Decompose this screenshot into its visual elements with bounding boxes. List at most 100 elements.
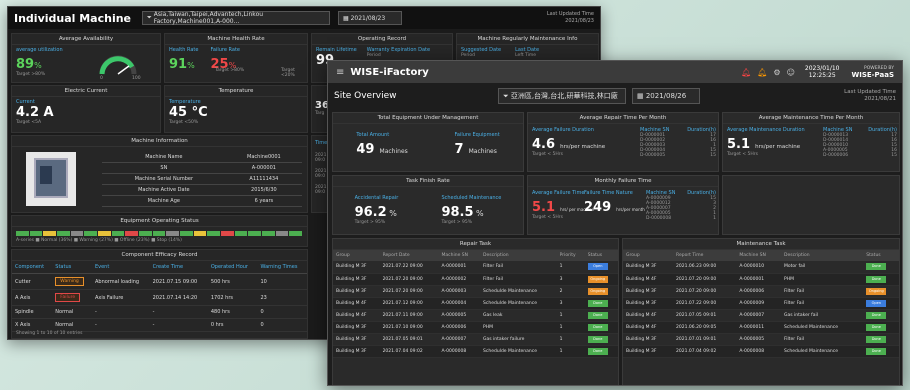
table-cell: Filter Fail (480, 273, 557, 286)
column-header: Description (480, 250, 557, 261)
table-cell: - (149, 305, 208, 319)
current-value: 4.2 A (16, 105, 54, 120)
warning-icon[interactable]: 🔔︎ (757, 68, 767, 77)
table-cell: Done (584, 333, 618, 346)
status-segment (29, 231, 43, 236)
duration-value: 15 (891, 153, 897, 158)
table-row[interactable]: Building M 4F 2021.06.20 09:05 A-0000011 Sc… (623, 321, 899, 334)
table-row[interactable]: Building M 3F 2021.07.20 09:00 A-0000002 Fi… (333, 273, 618, 286)
header-bar: Individual Machine ⏷ Asia,Taiwan,Taipei,… (8, 7, 600, 29)
utilization-gauge (99, 55, 137, 75)
date-picker[interactable]: ▦ 2021/08/26 (632, 88, 700, 104)
table-cell: Axis Failure (91, 289, 150, 306)
status-badge: Failure (55, 293, 81, 302)
table-cell: A-0000002 (438, 273, 481, 286)
avg-repair-card: Average Repair Time Per Month Average Fa… (527, 112, 719, 172)
table-cell: Done (584, 309, 618, 322)
table-cell: A-0000003 (438, 285, 481, 298)
info-label: Machine Active Date (102, 184, 226, 196)
table-cell: 2021.07.20 09:00 (673, 273, 737, 286)
task-finish-card: Task Finish Rate Accidental Repair 96.2 %… (332, 175, 524, 235)
card-title: Equipment Operating Status (12, 216, 307, 227)
table-cell: 2021.07.05 09:01 (673, 309, 737, 322)
status-badge: Done (587, 311, 608, 319)
table-cell: Spindle (12, 305, 53, 319)
card-title: Average Availability (12, 34, 160, 45)
table-row[interactable]: Building M 3F 2021.07.22 09:00 A-0000001 Fi… (333, 261, 618, 274)
table-cell: Failure (52, 289, 92, 306)
alert-icon[interactable]: 🔔︎ (741, 68, 751, 77)
table-row[interactable]: Building M 3F 2021.07.04 09:02 A-0000008 Sc… (623, 345, 899, 358)
table-cell: Building M 3F (623, 285, 674, 298)
table-cell: A-0000006 (438, 321, 481, 334)
card-title: Average Maintenance Time Per Month (723, 113, 899, 124)
info-value: Machine0001 (225, 152, 302, 163)
table-cell: PHM (781, 273, 864, 286)
sn-row: D-0000006 15 (823, 153, 897, 158)
table-row[interactable]: Building M 4F 2021.07.12 09:00 A-0000004 Sc… (333, 297, 618, 310)
table-row[interactable]: Building M 3F 2021.07.20 09:00 A-0000006 Fi… (623, 285, 899, 298)
table-cell: Building M 3F (623, 261, 674, 274)
page-title: Site Overview (334, 91, 397, 101)
status-segment (84, 231, 98, 236)
temperature-value: 45 °C (169, 105, 208, 120)
column-header: Group (333, 250, 380, 261)
table-row[interactable]: Building M 3F 2021.07.01 09:01 A-0000005 Fi… (623, 333, 899, 346)
table-cell: Done (863, 345, 899, 358)
location-select[interactable]: ⏷ 亞洲區,台灣,台北,研華科技,林口廠 (498, 88, 626, 104)
table-row[interactable]: Building M 3F 2021.07.20 09:00 A-0000003 Sc… (333, 285, 618, 298)
table-cell: A-0000008 (736, 345, 782, 358)
column-header: Report Date (379, 250, 439, 261)
table-cell: Building M 4F (333, 297, 380, 310)
table-cell: Scheduled Maintenance (781, 345, 864, 358)
page-header: Site Overview ⏷ 亞洲區,台灣,台北,研華科技,林口廠 ▦ 202… (328, 83, 902, 109)
temperature-card: Temperature Temperature 45 °C Target <50… (164, 85, 308, 133)
table-cell: 2021.07.14 14:20 (149, 289, 208, 306)
table-cell: Building M 4F (623, 321, 674, 334)
card-title: Maintenance Task (623, 239, 899, 250)
table-cell: Done (863, 333, 899, 346)
table-cell: - (149, 318, 208, 332)
table-cell: Building M 3F (333, 345, 380, 358)
table-cell: Motor fail (781, 261, 864, 274)
table-cell: Normal (52, 318, 92, 332)
date-picker[interactable]: ▦ 2021/08/23 (338, 11, 402, 25)
table-cell: 2021.07.05 09:01 (379, 333, 439, 346)
location-select[interactable]: ⏷ Asia,Taiwan,Taipei,Advantech,Linkou Fa… (142, 11, 330, 25)
table-row[interactable]: Building M 4F 2021.07.20 09:00 A-0000001 PH… (623, 273, 899, 286)
table-row[interactable]: Building M 3F 2021.07.05 09:01 A-0000007 Ga… (333, 333, 618, 346)
table-cell: Building M 3F (333, 333, 380, 346)
table-row[interactable]: Building M 4F 2021.07.11 09:00 A-0000005 Ga… (333, 309, 618, 322)
table-cell: Cutter (12, 273, 53, 290)
info-row: SN A-000001 (102, 162, 302, 174)
status-badge: Done (866, 263, 887, 271)
table-cell: Ongoing (584, 285, 618, 298)
status-segment (111, 231, 125, 236)
table-cell: 0 hrs (207, 318, 258, 332)
status-segment (16, 231, 29, 236)
table-cell: 500 hrs (207, 273, 258, 290)
table-cell: A-0000007 (438, 333, 481, 346)
table-cell: Building M 3F (623, 297, 674, 310)
table-cell: A-0000001 (736, 273, 782, 286)
table-row[interactable]: Building M 4F 2021.07.05 09:01 A-0000007 Ga… (623, 309, 899, 322)
powered-by-logo: POWERED BY WISE-PaaS (851, 65, 895, 79)
table-row[interactable]: Building M 3F 2021.07.04 09:02 A-0000008 Sc… (333, 345, 618, 358)
table-row[interactable]: Building M 3F 2021.07.10 09:00 A-0000006 PH… (333, 321, 618, 334)
column-header: Status (52, 261, 92, 274)
table-cell: - (91, 318, 150, 332)
table-cell: 0 (257, 318, 307, 332)
settings-icon[interactable]: ⚙ (773, 68, 780, 77)
repair-sn-list: Machine SN Duration(h) D-0000001 17 D-000000… (640, 127, 716, 158)
menu-icon[interactable]: ≡ (336, 67, 344, 78)
table-cell: Building M 3F (333, 285, 380, 298)
sn-value: D-0000008 (646, 216, 672, 221)
table-cell: Open (584, 261, 618, 274)
status-segment (70, 231, 84, 236)
user-icon[interactable]: ☺ (787, 68, 795, 77)
card-title: Task Finish Rate (333, 176, 523, 187)
status-badge: Ongoing (587, 275, 608, 283)
duration-value: 1 (713, 216, 716, 221)
table-row[interactable]: Building M 3F 2021.06.23 09:00 A-0000010 Mo… (623, 261, 899, 274)
table-row[interactable]: Building M 3F 2021.07.22 09:00 A-0000009 Fi… (623, 297, 899, 310)
